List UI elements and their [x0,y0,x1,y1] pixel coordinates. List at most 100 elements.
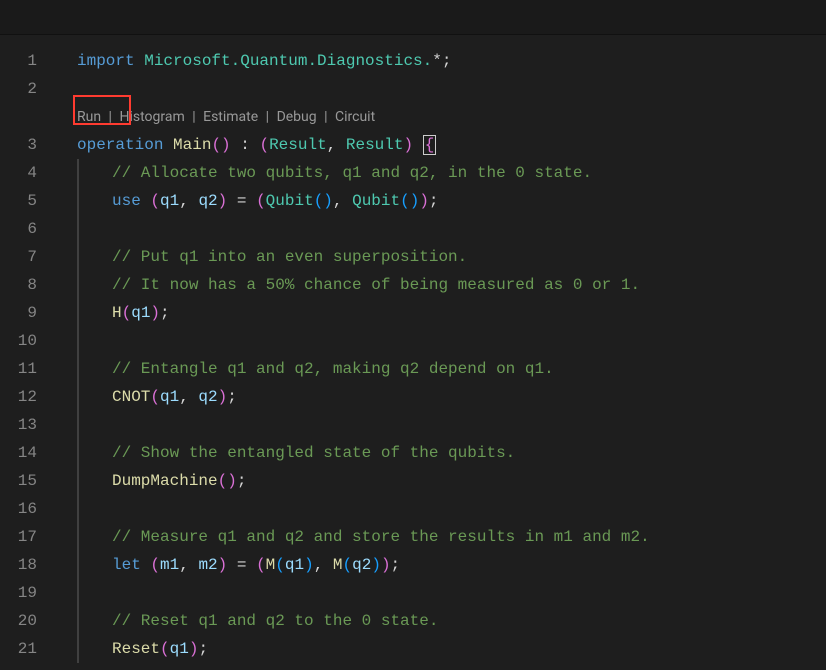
code-line[interactable]: // Reset q1 and q2 to the 0 state. [55,607,826,635]
fn-m: M [266,556,276,574]
codelens-sep: | [189,109,199,125]
code-line[interactable]: DumpMachine(); [55,467,826,495]
line-number: 20 [0,607,37,635]
paren: ( [256,556,266,574]
line-number: 19 [0,579,37,607]
code-line[interactable]: // Show the entangled state of the qubit… [55,439,826,467]
keyword-use: use [112,192,141,210]
paren: ) [371,556,381,574]
code-line[interactable]: CNOT(q1, q2); [55,383,826,411]
keyword-import: import [77,52,135,70]
codelens: Run | Histogram | Estimate | Debug | Cir… [55,103,826,131]
line-number: 6 [0,215,37,243]
fn-reset: Reset [112,640,160,658]
operator-star: * [432,52,442,70]
code-editor[interactable]: 1 2 3 4 5 6 7 8 9 10 11 12 13 14 15 16 1… [0,35,826,663]
semicolon: ; [198,640,208,658]
line-number-gutter: 1 2 3 4 5 6 7 8 9 10 11 12 13 14 15 16 1… [0,47,55,663]
semicolon: ; [442,52,452,70]
line-number: 18 [0,551,37,579]
comma: , [314,556,333,574]
code-line[interactable] [55,579,826,607]
code-line[interactable]: let (m1, m2) = (M(q1), M(q2)); [55,551,826,579]
code-content[interactable]: import Microsoft.Quantum.Diagnostics.*; … [55,47,826,663]
var-q2: q2 [198,388,217,406]
var-q1: q1 [160,192,179,210]
comment: // Put q1 into an even superposition. [112,248,467,266]
var-q2: q2 [198,192,217,210]
semicolon: ; [391,556,401,574]
code-line[interactable]: // Allocate two qubits, q1 and q2, in th… [55,159,826,187]
code-line[interactable] [55,75,826,103]
code-line[interactable] [55,215,826,243]
type-result: Result [269,136,327,154]
codelens-histogram[interactable]: Histogram [119,109,184,125]
code-line[interactable]: operation Main() : (Result, Result) { [55,131,826,159]
codelens-debug[interactable]: Debug [277,109,317,125]
code-line[interactable] [55,411,826,439]
type-qubit: Qubit [266,192,314,210]
codelens-sep: | [262,109,272,125]
var-q1: q1 [131,304,150,322]
type-result: Result [346,136,404,154]
code-line[interactable]: import Microsoft.Quantum.Diagnostics.*; [55,47,826,75]
code-line[interactable]: // Entangle q1 and q2, making q2 depend … [55,355,826,383]
comment: // Show the entangled state of the qubit… [112,444,515,462]
fn-h: H [112,304,122,322]
code-line[interactable] [55,327,826,355]
keyword-let: let [112,556,141,574]
line-number: 12 [0,383,37,411]
line-number: 10 [0,327,37,355]
semicolon: ; [237,472,247,490]
var-m2: m2 [198,556,217,574]
codelens-estimate[interactable]: Estimate [203,109,258,125]
paren: ) [218,192,228,210]
comma: , [327,136,346,154]
paren: () [314,192,333,210]
line-number: 4 [0,159,37,187]
paren: ( [275,556,285,574]
code-line[interactable]: // Put q1 into an even superposition. [55,243,826,271]
paren: ) [218,388,228,406]
paren: ) [304,556,314,574]
code-line[interactable]: // It now has a 50% chance of being meas… [55,271,826,299]
fn-m: M [333,556,343,574]
indent-guide [77,495,79,523]
paren: ) [381,556,391,574]
indent-guide [77,411,79,439]
code-line[interactable]: // Measure q1 and q2 and store the resul… [55,523,826,551]
code-line[interactable]: Reset(q1); [55,635,826,663]
var-q1: q1 [170,640,189,658]
var-q2: q2 [352,556,371,574]
paren: ) [150,304,160,322]
equals: = [227,556,256,574]
brace-open: { [423,135,437,155]
comment: // Entangle q1 and q2, making q2 depend … [112,360,554,378]
var-q1: q1 [285,556,304,574]
comment: // Allocate two qubits, q1 and q2, in th… [112,164,592,182]
equals: = [227,192,256,210]
keyword-operation: operation [77,136,163,154]
code-line[interactable]: use (q1, q2) = (Qubit(), Qubit()); [55,187,826,215]
code-line[interactable] [55,495,826,523]
codelens-run[interactable]: Run [77,109,101,125]
semicolon: ; [227,388,237,406]
paren: ) [218,556,228,574]
line-number: 21 [0,635,37,663]
paren: ) [403,136,413,154]
line-number: 2 [0,75,37,103]
namespace: Microsoft.Quantum.Diagnostics. [135,52,433,70]
line-number: 11 [0,355,37,383]
paren: () [400,192,419,210]
line-number: 3 [0,103,37,159]
codelens-circuit[interactable]: Circuit [335,109,375,125]
fn-cnot: CNOT [112,388,150,406]
indent-guide [77,215,79,243]
line-number: 8 [0,271,37,299]
var-q1: q1 [160,388,179,406]
line-number: 5 [0,187,37,215]
code-line[interactable]: H(q1); [55,299,826,327]
colon: : [231,136,260,154]
paren: ( [150,388,160,406]
comma: , [179,192,198,210]
